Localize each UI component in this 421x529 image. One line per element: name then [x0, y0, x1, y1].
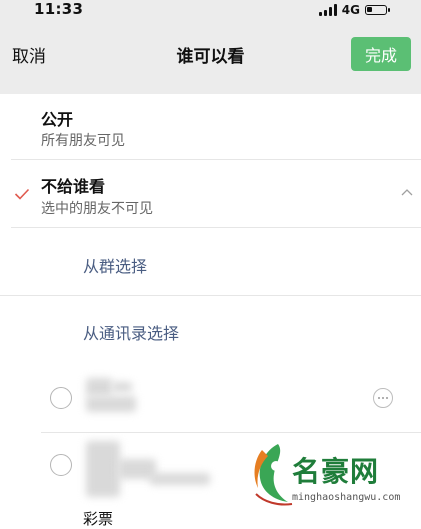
blurred-avatar [86, 378, 112, 396]
option-subtitle: 所有朋友可见 [41, 133, 125, 149]
network-type: 4G [341, 3, 360, 17]
option-subtitle: 选中的朋友不可见 [41, 201, 153, 217]
radio-button[interactable] [50, 454, 72, 476]
signal-icon [318, 4, 337, 16]
blurred-detail [150, 473, 210, 485]
contact-name-partial: 彩票 [83, 510, 114, 528]
radio-button[interactable] [50, 387, 72, 409]
contact-row[interactable] [0, 368, 421, 432]
select-from-group-link[interactable]: 从群选择 [83, 253, 147, 277]
status-indicators: 4G [318, 3, 390, 17]
blurred-name [86, 396, 136, 412]
option-title: 不给谁看 [41, 177, 106, 196]
watermark-url: minghaoshangwu.com [292, 492, 401, 503]
check-icon [14, 188, 30, 200]
watermark: 名豪网 minghaoshangwu.com [248, 440, 418, 517]
battery-icon [365, 5, 390, 15]
cancel-button[interactable]: 取消 [12, 42, 46, 67]
divider [11, 227, 421, 228]
option-hide-from[interactable]: 不给谁看 选中的朋友不可见 [0, 160, 421, 227]
status-time: 11:33 [34, 0, 84, 18]
select-from-contacts-link[interactable]: 从通讯录选择 [83, 320, 179, 344]
done-button[interactable]: 完成 [351, 37, 411, 71]
blurred-avatar [86, 441, 120, 497]
option-public[interactable]: 公开 所有朋友可见 [0, 94, 421, 160]
nav-bar: 取消 谁可以看 完成 [0, 22, 421, 94]
watermark-logo-icon [254, 444, 293, 506]
watermark-name: 名豪网 [292, 455, 380, 488]
blurred-detail [112, 382, 132, 392]
more-icon[interactable] [373, 388, 393, 408]
chevron-up-icon[interactable] [401, 188, 413, 196]
status-bar: 11:33 4G [0, 0, 421, 22]
option-title: 公开 [41, 110, 74, 129]
divider [0, 295, 421, 296]
